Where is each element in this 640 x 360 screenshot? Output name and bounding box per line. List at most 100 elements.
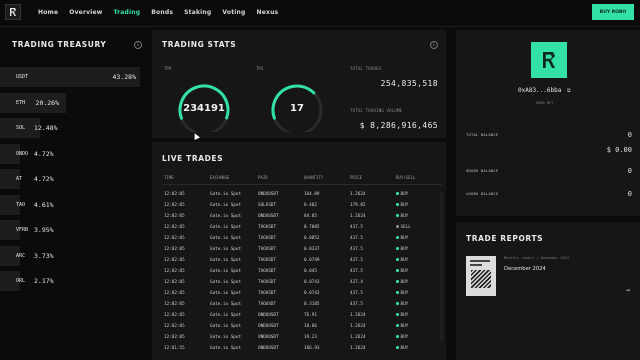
trade-pair: TAOUSDT: [258, 269, 277, 274]
tps-label: TPS: [256, 66, 264, 71]
main-nav: Home Overview Trading Bonds Staking Voti…: [38, 9, 278, 16]
trade-quantity: 0.0337: [304, 247, 320, 252]
trade-price: 437.5: [350, 302, 363, 307]
trade-time: 12:02:05: [164, 291, 185, 296]
trade-exchange: Gate.io Spot: [210, 214, 242, 219]
trade-price: 437.5: [350, 258, 363, 263]
trade-side: BUY: [396, 346, 408, 351]
treasury-percent: 20.26%: [35, 98, 60, 107]
trade-quantity: 166.93: [304, 346, 320, 351]
treasury-row[interactable]: VFRB 3.95%: [0, 220, 148, 240]
trade-price: 1.2624: [350, 214, 366, 219]
trade-pair: ONDOUSDT: [258, 192, 279, 197]
trade-quantity: 19.23: [304, 335, 317, 340]
trade-price: 437.5: [350, 269, 363, 274]
report-thumbnail-pattern: [471, 270, 491, 288]
wallet-subtitle: ROBO NFT: [536, 101, 554, 105]
srobo-balance-label: sROBO BALANCE: [466, 191, 499, 196]
total-trades-value: 254,835,518: [380, 79, 438, 88]
trade-exchange: Gate.io Spot: [210, 346, 242, 351]
buy-robo-button[interactable]: BUY ROBO: [592, 4, 634, 20]
trade-side-dot-icon: [396, 302, 399, 305]
trade-time: 12:02:05: [164, 335, 185, 340]
trade-side: BUY: [396, 280, 408, 285]
treasury-symbol: ETH: [16, 99, 26, 106]
trade-price: 179.82: [350, 203, 366, 208]
treasury-row[interactable]: ARC 3.73%: [0, 245, 148, 266]
trade-pair: TAOUSDT: [258, 225, 277, 230]
trade-side-dot-icon: [396, 280, 399, 283]
trade-price: 1.2624: [350, 335, 366, 340]
info-icon[interactable]: i: [430, 41, 438, 49]
arrow-right-icon[interactable]: →: [626, 286, 630, 294]
trade-reports-panel: TRADE REPORTS Monthly report / December …: [456, 222, 640, 360]
trade-side-label: BUY: [400, 335, 409, 340]
treasury-symbol: ONDO: [16, 150, 29, 157]
tpd-label: TPD: [164, 66, 172, 71]
trade-side-label: BUY: [400, 324, 409, 329]
total-trades-label: TOTAL TRADES: [350, 66, 382, 71]
wallet-address[interactable]: 0xA83...6bba ⧉: [518, 87, 571, 94]
report-name[interactable]: December 2024: [504, 266, 546, 272]
total-balance-value: 0: [627, 131, 632, 139]
copy-icon[interactable]: ⧉: [567, 88, 571, 94]
treasury-row[interactable]: ORL 2.17%: [0, 271, 148, 291]
trade-price: 1.2624: [350, 346, 366, 351]
trade-side-label: BUY: [400, 192, 409, 197]
trade-side: BUY: [396, 291, 408, 296]
trades-column-header: QUANTITY: [304, 175, 324, 180]
trade-reports-title: TRADE REPORTS: [466, 234, 544, 243]
trades-scrollbar[interactable]: [440, 192, 443, 342]
treasury-row[interactable]: SOL 12.48%: [0, 118, 148, 138]
treasury-row[interactable]: TAO 4.61%: [0, 194, 148, 215]
live-trades-title: LIVE TRADES: [162, 154, 224, 163]
nav-home[interactable]: Home: [38, 9, 58, 16]
trade-quantity: 0.045: [304, 269, 317, 274]
trade-time: 12:01:55: [164, 346, 185, 351]
treasury-row[interactable]: USDT 43.28%: [0, 67, 148, 87]
trade-exchange: Gate.io Spot: [210, 247, 242, 252]
treasury-row[interactable]: ONDO 4.72%: [0, 143, 148, 164]
nav-trading[interactable]: Trading: [114, 9, 141, 16]
trade-side: BUY: [396, 236, 408, 241]
nav-nexus[interactable]: Nexus: [257, 9, 279, 16]
trade-exchange: Gate.io Spot: [210, 313, 242, 318]
live-trades-panel: LIVE TRADES TIME EXCHANGE PAIR QUANTITY PRIC…: [152, 142, 446, 360]
trade-time: 12:02:05: [164, 225, 185, 230]
trade-time: 12:02:05: [164, 302, 185, 307]
treasury-percent: 12.48%: [34, 124, 58, 132]
treasury-symbol: ORL: [16, 278, 26, 284]
treasury-percent: 4.61%: [34, 200, 54, 209]
nav-staking[interactable]: Staking: [184, 9, 211, 16]
nav-overview[interactable]: Overview: [69, 9, 102, 16]
info-icon[interactable]: i: [134, 41, 142, 49]
trade-time: 12:02:05: [164, 280, 185, 285]
trade-side-dot-icon: [396, 214, 399, 217]
trade-exchange: Gate.io Spot: [210, 269, 242, 274]
trades-column-header: BUY/SELL: [396, 175, 416, 180]
trade-exchange: Gate.io Spot: [210, 280, 242, 285]
trade-quantity: 0.0852: [304, 236, 320, 241]
tps-value: 17: [290, 103, 304, 114]
trade-side: BUY: [396, 247, 408, 252]
treasury-row[interactable]: AT 4.72%: [0, 169, 148, 189]
trade-side: BUY: [396, 192, 408, 197]
trade-pair: ONDOUSDT: [258, 335, 279, 340]
treasury-percent: 4.72%: [34, 175, 54, 183]
trade-time: 12:02:05: [164, 258, 185, 263]
trade-side: BUY: [396, 302, 408, 307]
trade-side: BUY: [396, 203, 408, 208]
report-thumbnail-title-line: [470, 260, 490, 262]
srobo-balance-value: 0: [627, 190, 632, 198]
robo-logo[interactable]: [5, 4, 21, 20]
report-thumbnail[interactable]: [466, 256, 496, 296]
trade-time: 12:02:05: [164, 269, 185, 274]
header-divider: [162, 184, 442, 185]
nav-voting[interactable]: Voting: [222, 9, 245, 16]
treasury-percent: 43.28%: [112, 73, 136, 81]
treasury-row[interactable]: ETH 20.26%: [0, 92, 148, 113]
total-volume-value: $ 8,286,916,465: [359, 121, 438, 130]
nav-bonds[interactable]: Bonds: [151, 9, 173, 16]
trade-pair: TAOUSDT: [258, 247, 277, 252]
trading-treasury-panel: TRADING TREASURY i USDT 43.28% ETH 20.26% SO…: [0, 30, 148, 360]
